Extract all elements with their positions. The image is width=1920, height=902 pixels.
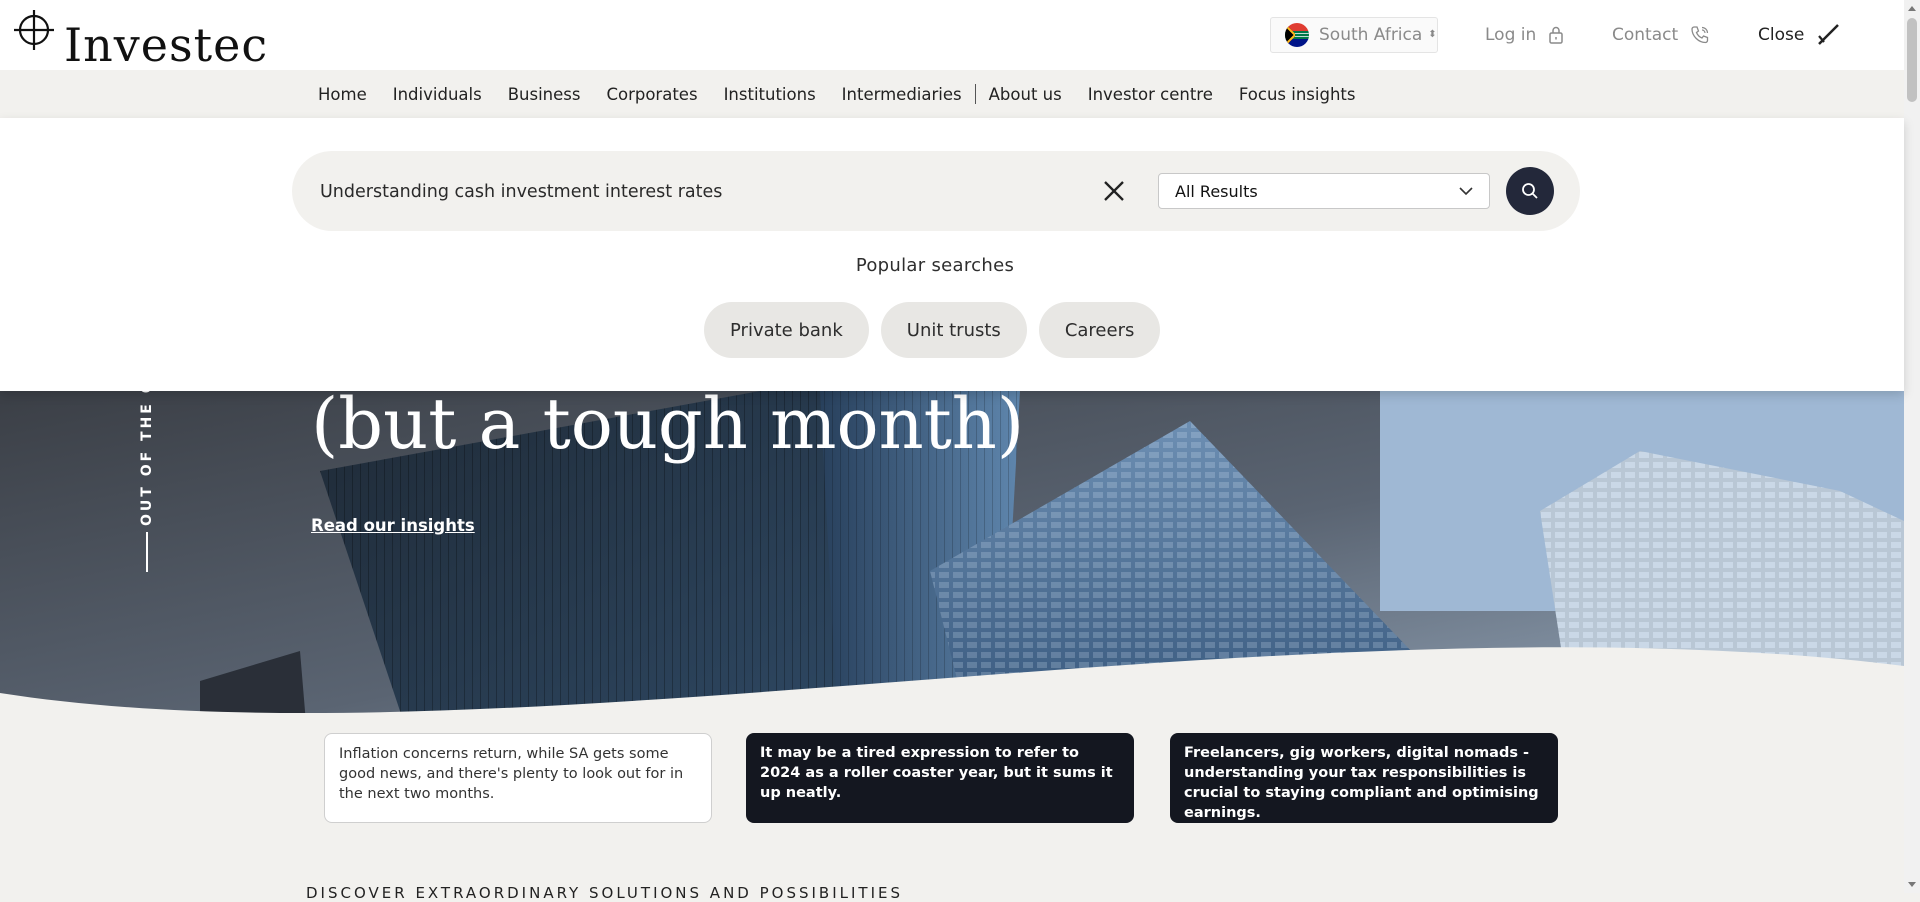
country-selector[interactable]: South Africa ⬍ bbox=[1270, 17, 1438, 53]
search-input[interactable] bbox=[318, 171, 1082, 213]
site-header: Investec South Africa ⬍ Log in Contact C… bbox=[0, 0, 1904, 70]
nav-item-intermediaries[interactable]: Intermediaries bbox=[829, 85, 975, 104]
phone-icon bbox=[1691, 26, 1709, 44]
logo-text: Investec bbox=[64, 18, 269, 72]
popular-searches-title: Popular searches bbox=[855, 255, 1015, 276]
nav-item-home[interactable]: Home bbox=[305, 85, 380, 104]
search-icon bbox=[1522, 183, 1538, 199]
close-slash-icon bbox=[1818, 24, 1840, 45]
search-bar: All Results bbox=[292, 151, 1580, 231]
contact-label: Contact bbox=[1612, 25, 1679, 45]
nav-item-focus-insights[interactable]: Focus insights bbox=[1226, 85, 1369, 104]
popular-search-chip-private-bank[interactable]: Private bank bbox=[704, 302, 869, 358]
nav-item-institutions[interactable]: Institutions bbox=[711, 85, 829, 104]
south-africa-flag-icon bbox=[1285, 23, 1309, 47]
nav-item-business[interactable]: Business bbox=[495, 85, 594, 104]
results-filter-value: All Results bbox=[1175, 181, 1258, 201]
popular-search-chip-careers[interactable]: Careers bbox=[1038, 302, 1161, 358]
popular-search-chip-unit-trusts[interactable]: Unit trusts bbox=[880, 302, 1027, 358]
zebra-crosshair-icon bbox=[14, 10, 54, 50]
insight-card[interactable]: Freelancers, gig workers, digital nomads… bbox=[1170, 733, 1558, 823]
investec-logo[interactable]: Investec bbox=[14, 10, 268, 68]
scroll-down-arrow-icon[interactable] bbox=[1908, 882, 1916, 887]
hero-title: (but a tough month) bbox=[311, 383, 1025, 465]
login-label: Log in bbox=[1485, 25, 1537, 45]
insight-card[interactable]: Inflation concerns return, while SA gets… bbox=[324, 733, 712, 823]
read-insights-link[interactable]: Read our insights bbox=[311, 516, 475, 535]
clear-search-button[interactable] bbox=[1098, 175, 1130, 207]
scroll-up-arrow-icon[interactable] bbox=[1908, 6, 1916, 11]
popular-searches-list: Private bank Unit trusts Careers bbox=[704, 302, 1172, 358]
insight-card[interactable]: It may be a tired expression to refer to… bbox=[746, 733, 1134, 823]
hero-vertical-label-text: OUT OF THE O bbox=[139, 391, 155, 526]
search-submit-button[interactable] bbox=[1506, 167, 1554, 215]
section-heading: DISCOVER EXTRAORDINARY SOLUTIONS AND POS… bbox=[306, 884, 904, 902]
close-button[interactable]: Close bbox=[1758, 17, 1842, 53]
nav-item-investor-centre[interactable]: Investor centre bbox=[1075, 85, 1226, 104]
nav-item-individuals[interactable]: Individuals bbox=[380, 85, 495, 104]
chevron-down-icon bbox=[1459, 186, 1473, 195]
lock-icon bbox=[1549, 26, 1564, 44]
hero-vertical-label: OUT OF THE O bbox=[139, 391, 157, 526]
nav-item-corporates[interactable]: Corporates bbox=[593, 85, 710, 104]
results-filter-select[interactable]: All Results bbox=[1158, 173, 1490, 209]
search-panel: All Results Popular searches Private ban… bbox=[0, 118, 1904, 391]
close-icon bbox=[1104, 181, 1124, 201]
hero-vertical-line bbox=[146, 532, 148, 572]
login-link[interactable]: Log in bbox=[1485, 17, 1564, 53]
contact-link[interactable]: Contact bbox=[1612, 17, 1710, 53]
scrollbar-thumb[interactable] bbox=[1907, 18, 1917, 102]
country-label: South Africa bbox=[1319, 25, 1423, 45]
page-scrollbar[interactable] bbox=[1904, 0, 1920, 893]
updown-caret-icon: ⬍ bbox=[1428, 29, 1437, 40]
close-label: Close bbox=[1758, 25, 1805, 45]
nav-item-about-us[interactable]: About us bbox=[976, 85, 1075, 104]
main-nav: Home Individuals Business Corporates Ins… bbox=[0, 70, 1904, 119]
